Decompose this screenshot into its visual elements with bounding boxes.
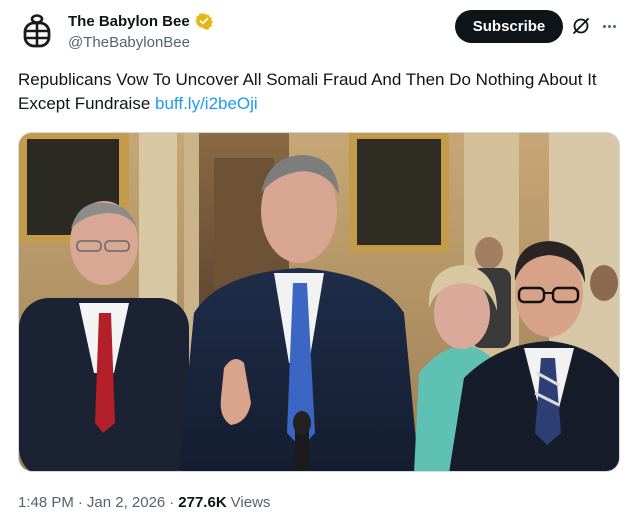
tweet-date[interactable]: Jan 2, 2026 [87,494,165,511]
views-count[interactable]: 277.6K [178,494,226,511]
grok-icon[interactable] [571,16,591,36]
meta-separator-2: · [169,494,175,511]
author-name-row: The Babylon Bee [68,12,213,30]
bee-logo-icon [18,12,56,50]
tweet-body: Republicans Vow To Uncover All Somali Fr… [18,70,597,113]
subscribe-button[interactable]: Subscribe [455,10,563,43]
display-name[interactable]: The Babylon Bee [68,13,190,30]
press-conference-image [19,133,619,471]
more-dots-icon[interactable] [598,16,620,36]
verified-badge-icon[interactable] [194,12,213,30]
meta-separator: · [77,494,83,511]
author-handle[interactable]: @TheBabylonBee [68,34,190,51]
tweet-link[interactable]: buff.ly/i2beOji [155,94,258,113]
tweet-card: The Babylon Bee @TheBabylonBee Subscribe… [0,0,640,530]
tweet-time[interactable]: 1:48 PM [18,494,74,511]
views-label: Views [230,494,271,511]
avatar[interactable] [18,12,56,50]
tweet-meta: 1:48 PM · Jan 2, 2026 · 277.6K Views [18,494,270,511]
tweet-text: Republicans Vow To Uncover All Somali Fr… [18,68,618,116]
tweet-photo[interactable] [18,132,620,472]
